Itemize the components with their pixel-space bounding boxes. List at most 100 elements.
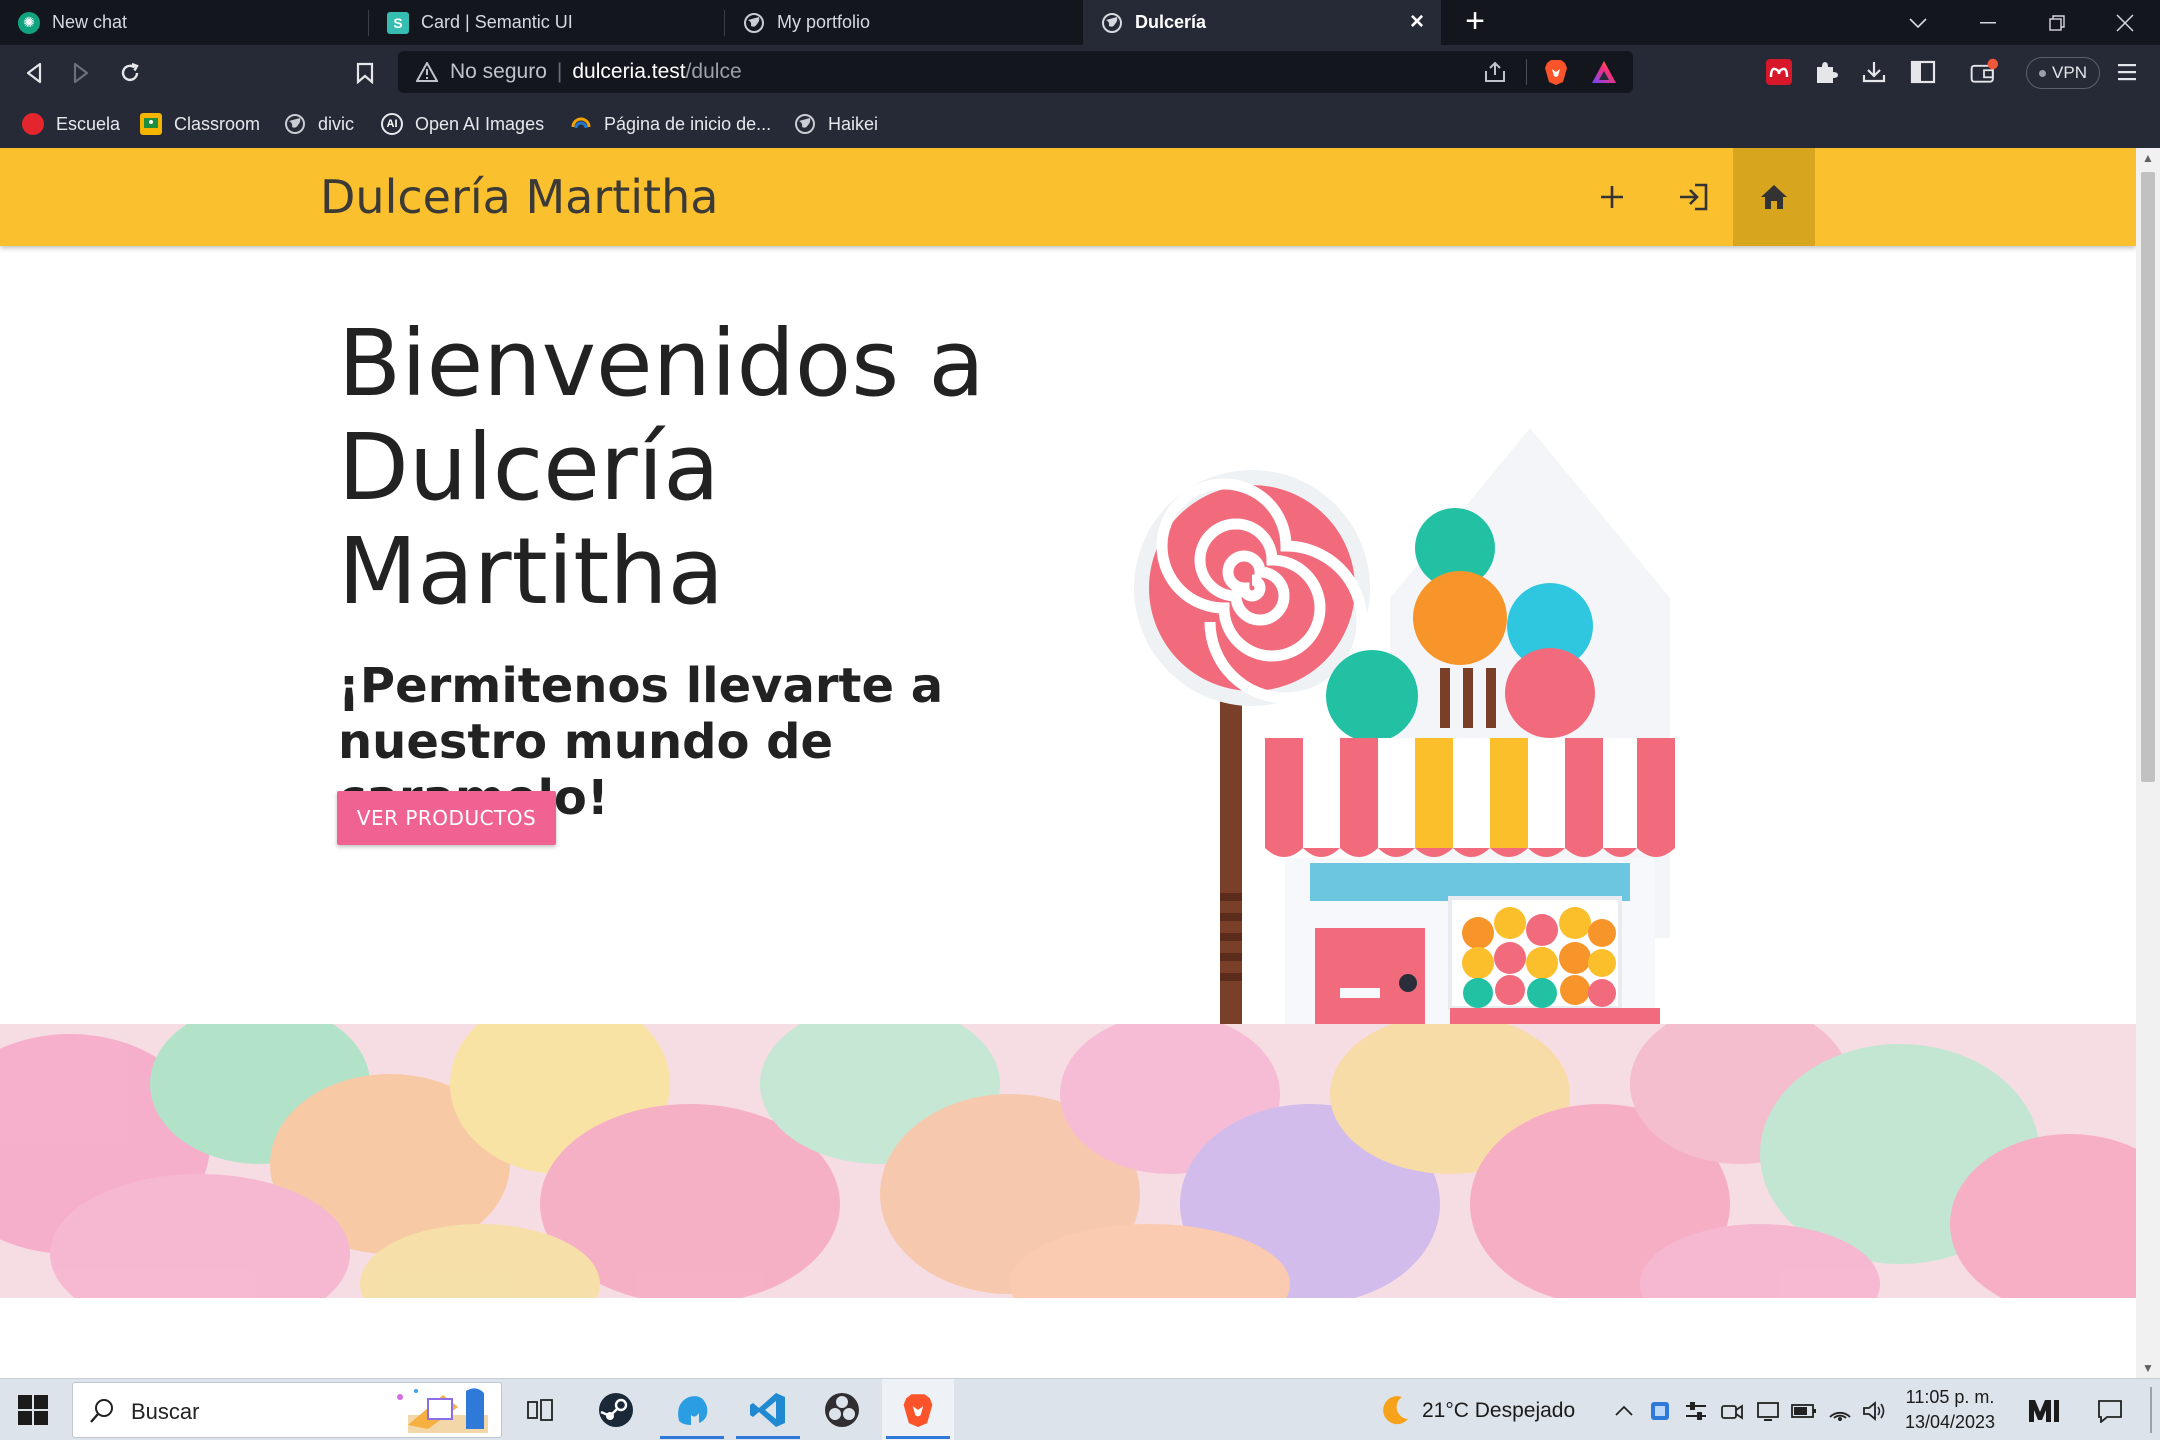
tab-search-chevron-icon[interactable]	[1883, 0, 1953, 45]
task-view-icon[interactable]	[504, 1379, 576, 1440]
scroll-down-arrow-icon[interactable]: ▼	[2136, 1358, 2160, 1378]
tab-strip: ✺ New chat S Card | Semantic UI My portf…	[0, 0, 2160, 45]
candy-hearts-banner	[0, 1024, 2136, 1298]
site-navbar: Dulcería Martitha	[0, 148, 2136, 246]
url-host: dulceria.test	[572, 60, 686, 83]
bookmark-label: Classroom	[174, 113, 261, 134]
weather-widget[interactable]: 21°C Despejado	[1376, 1396, 1575, 1426]
chatgpt-icon: ✺	[18, 11, 40, 34]
steam-app-icon[interactable]	[580, 1379, 652, 1440]
nav-add-button[interactable]	[1571, 148, 1653, 246]
navigation-bar: No seguro | dulceria.test/dulce VPN	[0, 45, 2160, 100]
battery-icon[interactable]	[1790, 1397, 1818, 1425]
settings-sliders-icon[interactable]	[1682, 1397, 1710, 1425]
reload-button[interactable]	[112, 55, 148, 91]
download-icon[interactable]	[1859, 57, 1889, 87]
tab-title: New chat	[52, 12, 128, 32]
hero-title: Bienvenidos a Dulcería Martitha	[338, 310, 985, 625]
ver-productos-button[interactable]: VER PRODUCTOS	[337, 791, 556, 845]
notifications-icon[interactable]	[2096, 1397, 2124, 1425]
vpn-label: VPN	[2052, 63, 2087, 82]
url-path: /dulce	[685, 60, 742, 83]
globe-icon	[794, 113, 816, 135]
restore-button[interactable]	[2022, 0, 2092, 45]
menu-icon[interactable]	[2112, 57, 2142, 87]
new-tab-button[interactable]: +	[1458, 4, 1492, 40]
taskbar-search-box[interactable]: Buscar	[72, 1382, 502, 1438]
share-icon[interactable]	[1483, 61, 1507, 83]
bookmark-open-ai-images[interactable]: AI Open AI Images	[381, 110, 544, 138]
security-label: No seguro	[450, 60, 547, 83]
app-logo-tray-icon[interactable]	[2026, 1393, 2062, 1427]
nav-home-button[interactable]	[1733, 148, 1815, 246]
vscode-app-icon[interactable]	[732, 1379, 804, 1440]
login-icon	[1680, 183, 1708, 211]
sidebar-toggle-icon[interactable]	[1908, 57, 1938, 87]
bookmark-classroom[interactable]: Classroom	[140, 110, 260, 138]
orange-scoop	[1413, 571, 1507, 665]
windows-start-icon[interactable]	[18, 1395, 48, 1425]
bookmark-divic[interactable]: divic	[284, 110, 354, 138]
nav-login-button[interactable]	[1652, 148, 1734, 246]
bookmark-label: Escuela	[56, 113, 121, 134]
tab-title: Dulcería	[1135, 12, 1207, 32]
scroll-thumb[interactable]	[2141, 172, 2155, 782]
openai-images-icon: AI	[381, 113, 403, 135]
school-logo-icon	[22, 113, 44, 135]
bookmark-label: Haikei	[828, 113, 879, 134]
rainbow-logo-icon	[570, 113, 592, 135]
close-window-button[interactable]	[2090, 0, 2160, 45]
taskbar-clock[interactable]: 11:05 p. m. 13/04/2023	[1896, 1385, 2004, 1435]
defender-tray-icon[interactable]	[1646, 1397, 1674, 1425]
bookmarks-bar: Escuela Classroom divic AI Open AI Image…	[0, 100, 2160, 148]
bookmark-escuela[interactable]: Escuela	[22, 110, 120, 138]
address-bar[interactable]: No seguro | dulceria.test/dulce	[398, 51, 1633, 93]
brave-app-icon[interactable]	[882, 1379, 954, 1440]
volume-icon[interactable]	[1860, 1397, 1888, 1425]
forward-button[interactable]	[63, 55, 99, 91]
warning-icon	[416, 62, 438, 82]
weather-text: 21°C Despejado	[1422, 1399, 1576, 1422]
display-settings-icon[interactable]	[1754, 1397, 1782, 1425]
bookmark-label: Página de inicio de...	[604, 113, 772, 134]
obs-app-icon[interactable]	[806, 1379, 878, 1440]
close-tab-icon[interactable]: ×	[1405, 10, 1429, 34]
bookmark-pagina-inicio[interactable]: Página de inicio de...	[570, 110, 771, 138]
page-viewport: Dulcería Martitha Bienvenidos a Dulcería…	[0, 148, 2136, 1378]
tab-title: My portfolio	[777, 12, 871, 32]
brave-shields-icon[interactable]	[1543, 58, 1569, 86]
vpn-button[interactable]: VPN	[2026, 57, 2100, 89]
minimize-button[interactable]	[1953, 0, 2023, 45]
windows-taskbar: Buscar 21°C Despejado 11:05 p. m. 13/04/…	[0, 1378, 2160, 1440]
show-hidden-icons-chevron-icon[interactable]	[1610, 1397, 1638, 1425]
bookmark-label: divic	[318, 113, 355, 134]
brand-logo-text[interactable]: Dulcería Martitha	[320, 170, 718, 224]
page-scrollbar[interactable]: ▲ ▼	[2136, 148, 2160, 1378]
extensions-puzzle-icon[interactable]	[1811, 57, 1841, 87]
browser-chrome: ✺ New chat S Card | Semantic UI My portf…	[0, 0, 2160, 148]
clock-date: 13/04/2023	[1904, 1412, 1996, 1432]
show-desktop-strip[interactable]	[2150, 1387, 2152, 1433]
mendeley-extension-icon[interactable]	[1764, 57, 1794, 87]
url-text: No seguro | dulceria.test/dulce	[450, 60, 742, 83]
brave-rewards-icon[interactable]	[1590, 59, 1618, 85]
tab-dulceria[interactable]: Dulcería ×	[1083, 0, 1441, 45]
tab-semantic-ui[interactable]: S Card | Semantic UI	[369, 0, 724, 45]
home-icon	[1761, 185, 1787, 209]
scroll-up-arrow-icon[interactable]: ▲	[2136, 148, 2160, 168]
lollipop-stick	[1220, 698, 1242, 1068]
wallet-icon[interactable]	[1969, 57, 1999, 87]
tableplus-app-icon[interactable]	[656, 1379, 728, 1440]
back-button[interactable]	[16, 55, 52, 91]
tab-my-portfolio[interactable]: My portfolio	[725, 0, 1082, 45]
bookmark-page-icon[interactable]	[347, 55, 383, 91]
bookmark-haikei[interactable]: Haikei	[794, 110, 878, 138]
candy-window	[1448, 896, 1622, 1010]
tab-title: Card | Semantic UI	[421, 12, 573, 32]
classroom-icon	[140, 113, 162, 135]
tab-new-chat[interactable]: ✺ New chat	[0, 0, 368, 45]
meet-now-icon[interactable]	[1718, 1397, 1746, 1425]
wifi-icon[interactable]	[1826, 1397, 1854, 1425]
bookmark-label: Open AI Images	[415, 113, 545, 134]
search-highlight-illustration-icon	[397, 1388, 488, 1433]
